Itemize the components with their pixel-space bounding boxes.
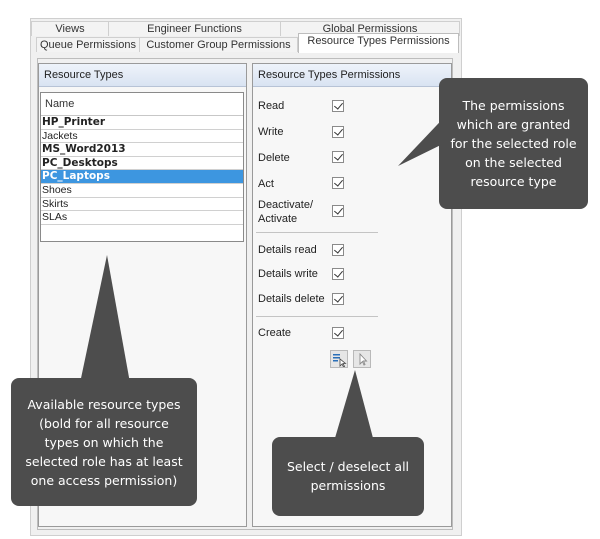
callout-line: Available resource types xyxy=(27,397,181,412)
list-item[interactable]: Jackets xyxy=(41,130,243,144)
callout-line: The permissions xyxy=(462,98,565,113)
select-all-icon xyxy=(333,354,347,368)
select-all-callout: Select / deselect all permissions xyxy=(272,437,424,516)
deactivate-checkbox[interactable] xyxy=(332,205,344,217)
details-read-checkbox[interactable] xyxy=(332,244,344,256)
write-checkbox[interactable] xyxy=(332,126,344,138)
select-all-button[interactable] xyxy=(330,350,348,368)
callout-line: selected role has at least xyxy=(25,454,183,469)
deactivate-label-line2: Activate xyxy=(258,213,298,225)
resource-types-list[interactable]: Name HP_Printer Jackets MS_Word2013 PC_D… xyxy=(40,92,244,242)
read-label: Read xyxy=(258,100,285,112)
callout-pointer xyxy=(80,255,130,383)
create-label: Create xyxy=(258,327,292,339)
read-checkbox[interactable] xyxy=(332,100,344,112)
details-write-label: Details write xyxy=(258,268,318,280)
act-label: Act xyxy=(258,178,274,190)
list-item[interactable]: Skirts xyxy=(41,198,243,212)
callout-line: permissions xyxy=(310,478,386,493)
separator xyxy=(256,316,378,317)
name-column-header[interactable]: Name xyxy=(41,93,243,116)
details-write-checkbox[interactable] xyxy=(332,268,344,280)
tab-views[interactable]: Views xyxy=(31,21,109,36)
deactivate-label-line1: Deactivate/ xyxy=(258,199,314,211)
permissions-header: Resource Types Permissions xyxy=(253,64,451,87)
list-item[interactable]: SLAs xyxy=(41,211,243,225)
details-delete-checkbox[interactable] xyxy=(332,293,344,305)
callout-line: which are granted xyxy=(456,117,571,132)
tab-queue-permissions[interactable]: Queue Permissions xyxy=(36,37,140,52)
delete-checkbox[interactable] xyxy=(332,151,344,163)
list-item[interactable]: Shoes xyxy=(41,184,243,198)
callout-line: Select / deselect all xyxy=(286,459,410,474)
tab-customer-group-permissions[interactable]: Customer Group Permissions xyxy=(139,37,298,52)
separator xyxy=(256,232,378,233)
details-delete-label: Details delete xyxy=(258,293,325,305)
write-label: Write xyxy=(258,126,284,138)
permissions-callout: The permissions which are granted for th… xyxy=(439,78,588,209)
callout-line: (bold for all resource xyxy=(39,416,169,431)
create-checkbox[interactable] xyxy=(332,327,344,339)
list-item[interactable]: MS_Word2013 xyxy=(41,143,243,157)
callout-line: resource type xyxy=(470,174,557,189)
callout-line: for the selected role xyxy=(450,136,577,151)
callout-line: types on which the xyxy=(44,435,164,450)
tab-resource-types-permissions[interactable]: Resource Types Permissions xyxy=(298,33,459,53)
deselect-all-button[interactable] xyxy=(353,350,371,368)
list-item[interactable]: PC_Desktops xyxy=(41,157,243,171)
act-checkbox[interactable] xyxy=(332,177,344,189)
callout-pointer xyxy=(335,370,373,438)
list-item-selected[interactable]: PC_Laptops xyxy=(41,170,243,184)
tab-engineer-functions[interactable]: Engineer Functions xyxy=(108,21,281,36)
callout-line: one access permission) xyxy=(30,473,178,488)
resource-types-header: Resource Types xyxy=(39,64,246,87)
callout-line: on the selected xyxy=(465,155,562,170)
details-read-label: Details read xyxy=(258,244,317,256)
list-item[interactable]: HP_Printer xyxy=(41,116,243,130)
resource-types-callout: Available resource types (bold for all r… xyxy=(11,378,197,506)
delete-label: Delete xyxy=(258,152,290,164)
cursor-icon xyxy=(359,352,368,366)
